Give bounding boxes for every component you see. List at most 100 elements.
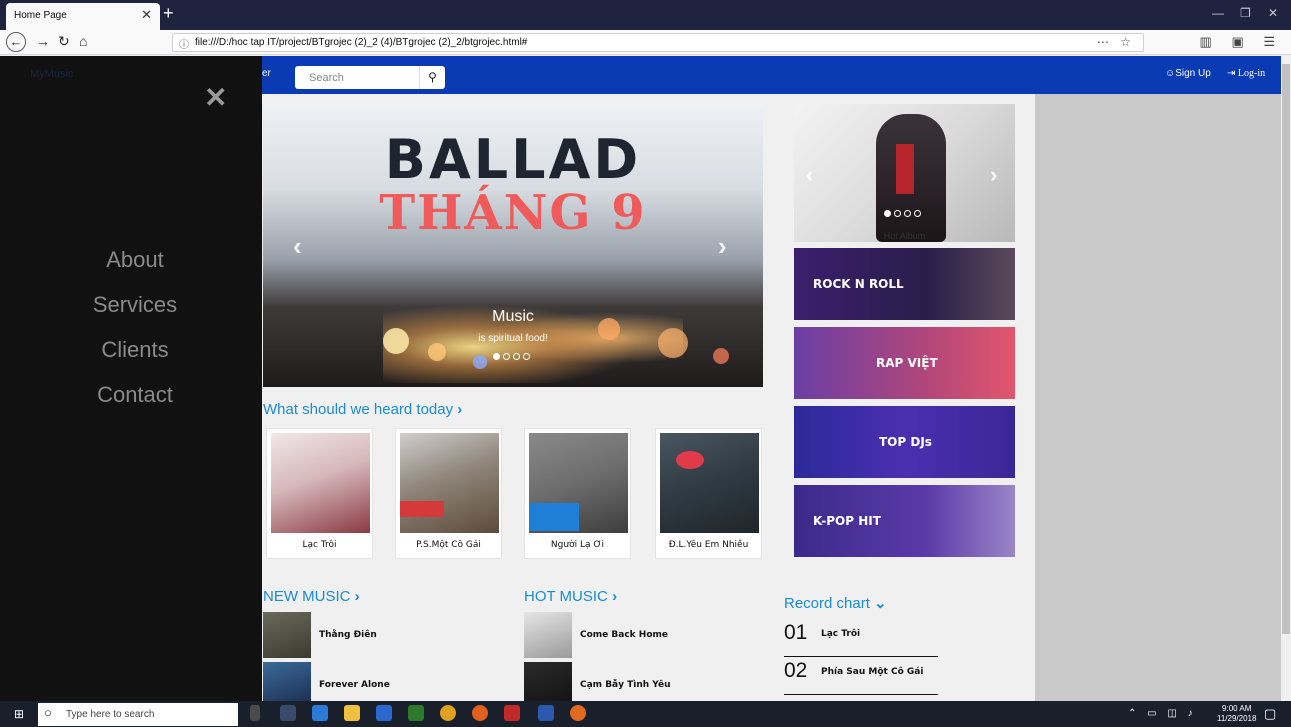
genre-top-djs[interactable]: TOP DJs [794, 406, 1015, 478]
word-icon[interactable] [538, 705, 554, 721]
list-thumbnail [263, 662, 311, 701]
info-icon[interactable]: ⓘ [179, 36, 189, 51]
browser-tab[interactable]: Home Page ✕ [6, 3, 160, 30]
card-artwork [271, 433, 370, 533]
bokeh-light [473, 355, 487, 369]
carousel-prev-icon[interactable]: ‹ [293, 231, 302, 262]
genre-label: K-POP HIT [813, 514, 881, 528]
search-icon[interactable]: ⚲ [419, 66, 445, 89]
list-item-title: Cạm Bẫy Tình Yêu [580, 680, 671, 690]
new-music-heading[interactable]: NEW MUSIC › [263, 588, 360, 605]
song-card[interactable]: Lạc Trôi [266, 428, 373, 559]
carousel-indicator[interactable] [513, 353, 520, 360]
list-item[interactable]: Cạm Bẫy Tình Yêu [524, 662, 764, 701]
card-title: P.S.Một Cô Gái [416, 540, 481, 550]
library-menu-icons[interactable]: ▥ ▣ ☰ [1200, 34, 1283, 50]
hot-album-next-icon[interactable]: › [990, 162, 997, 188]
minimize-icon[interactable]: — [1212, 6, 1224, 20]
hot-music-heading[interactable]: HOT MUSIC › [524, 588, 617, 605]
menu-link-clients[interactable]: Clients [0, 337, 270, 363]
list-item[interactable]: Thằng Điên [263, 612, 503, 658]
page-viewport: er ⚲ ☺Sign Up ⇥ Log-in BALLAD THÁNG 9 ‹ … [0, 56, 1281, 701]
menu-link-contact[interactable]: Contact [0, 382, 270, 408]
restore-icon[interactable]: ❐ [1240, 6, 1251, 20]
album-figure-scarf [896, 144, 914, 194]
heard-today-heading[interactable]: What should we heard today › [263, 401, 462, 418]
window-close-icon[interactable]: ✕ [1268, 6, 1278, 20]
carousel-indicator[interactable] [914, 210, 921, 217]
page-actions-icons[interactable]: ⋯ ☆ [1097, 35, 1135, 49]
genre-rap-viet[interactable]: RAP VIỆT [794, 327, 1015, 399]
main-carousel[interactable]: BALLAD THÁNG 9 ‹ › Music is spiritual fo… [263, 103, 763, 387]
genre-label: ROCK N ROLL [813, 277, 904, 291]
store-icon[interactable] [344, 705, 360, 721]
task-view-icon[interactable] [280, 705, 296, 721]
nav-dropdown-partial[interactable]: er [262, 68, 271, 79]
taskbar-clock[interactable]: 9:00 AM 11/29/2018 [1217, 704, 1256, 724]
list-item[interactable]: Come Back Home [524, 612, 764, 658]
home-icon[interactable]: ⌂ [79, 33, 87, 49]
carousel-next-icon[interactable]: › [718, 231, 727, 262]
app-icon[interactable] [504, 705, 520, 721]
hot-album-label: Hot Album [883, 231, 926, 241]
mail-icon[interactable] [376, 705, 392, 721]
genre-kpop-hit[interactable]: K-POP HIT [794, 485, 1015, 557]
page-scrollbar[interactable] [1281, 56, 1291, 701]
file-explorer-icon[interactable] [312, 705, 328, 721]
list-item-title: Thằng Điên [319, 630, 377, 640]
carousel-indicators [493, 353, 530, 360]
signup-link[interactable]: ☺Sign Up [1165, 68, 1211, 79]
carousel-indicator[interactable] [493, 353, 500, 360]
search-input[interactable] [295, 66, 417, 89]
bokeh-light [713, 348, 729, 364]
menu-link-about[interactable]: About [0, 247, 270, 273]
forward-arrow-icon[interactable]: → [36, 33, 50, 49]
chrome-icon[interactable] [440, 705, 456, 721]
chart-rank: 02 [784, 659, 808, 682]
reload-icon[interactable]: ↻ [58, 33, 70, 49]
carousel-indicator[interactable] [894, 210, 901, 217]
chevron-down-icon: ⌄ [874, 595, 887, 612]
hot-album-prev-icon[interactable]: ‹ [806, 162, 813, 188]
taskbar-search[interactable]: ○ Type here to search [38, 703, 238, 726]
hot-album-carousel[interactable]: ‹ › [794, 104, 1015, 242]
carousel-indicator[interactable] [884, 210, 891, 217]
url-text[interactable]: file:///D:/hoc tap IT/project/BTgrojec (… [195, 37, 527, 48]
bokeh-light [428, 343, 446, 361]
brand-logo[interactable]: MyMusic [30, 68, 73, 80]
record-chart-heading[interactable]: Record chart ⌄ [784, 594, 887, 612]
song-card[interactable]: Đ.L.Yêu Em Nhiều [655, 428, 762, 559]
card-artwork [660, 433, 759, 533]
scrollbar-thumb[interactable] [1282, 64, 1290, 634]
url-bar[interactable]: ⓘ file:///D:/hoc tap IT/project/BTgrojec… [172, 33, 1144, 52]
carousel-indicator[interactable] [904, 210, 911, 217]
carousel-indicator[interactable] [523, 353, 530, 360]
firefox-icon[interactable] [570, 705, 586, 721]
browser-tab-bar: Home Page ✕ + — ❐ ✕ [0, 0, 1291, 30]
tab-close-icon[interactable]: ✕ [141, 7, 152, 23]
official-banner [400, 501, 444, 517]
song-card[interactable]: Người Lạ Ơi [524, 428, 631, 559]
chart-row[interactable]: 01 Lạc Trôi [784, 621, 938, 657]
dreamweaver-icon[interactable] [408, 705, 424, 721]
browser-app-icon[interactable] [472, 705, 488, 721]
card-title: Đ.L.Yêu Em Nhiều [668, 540, 749, 550]
windows-start-icon[interactable]: ⊞ [14, 707, 24, 721]
chart-row[interactable]: 02 Phía Sau Một Cô Gái [784, 659, 938, 695]
new-tab-icon[interactable]: + [163, 3, 174, 23]
back-arrow-icon[interactable]: ← [6, 32, 26, 52]
genre-rock-n-roll[interactable]: ROCK N ROLL [794, 248, 1015, 320]
menu-link-services[interactable]: Services [0, 292, 270, 318]
carousel-indicator[interactable] [503, 353, 510, 360]
list-item[interactable]: Forever Alone [263, 662, 503, 701]
mic-icon[interactable] [250, 705, 260, 721]
login-link[interactable]: ⇥ Log-in [1227, 68, 1265, 79]
list-item-title: Come Back Home [580, 630, 668, 640]
carousel-headline-2: THÁNG 9 [379, 185, 647, 241]
song-card[interactable]: P.S.Một Cô Gái [395, 428, 502, 559]
close-icon[interactable]: ✕ [204, 84, 227, 112]
notification-icon[interactable]: ▢ [1264, 706, 1276, 722]
empty-right-column [1035, 94, 1281, 701]
carousel-caption-title: Music [492, 308, 534, 325]
system-tray-icons[interactable]: ⌃ ▭ ◫ ♪ [1128, 708, 1197, 719]
